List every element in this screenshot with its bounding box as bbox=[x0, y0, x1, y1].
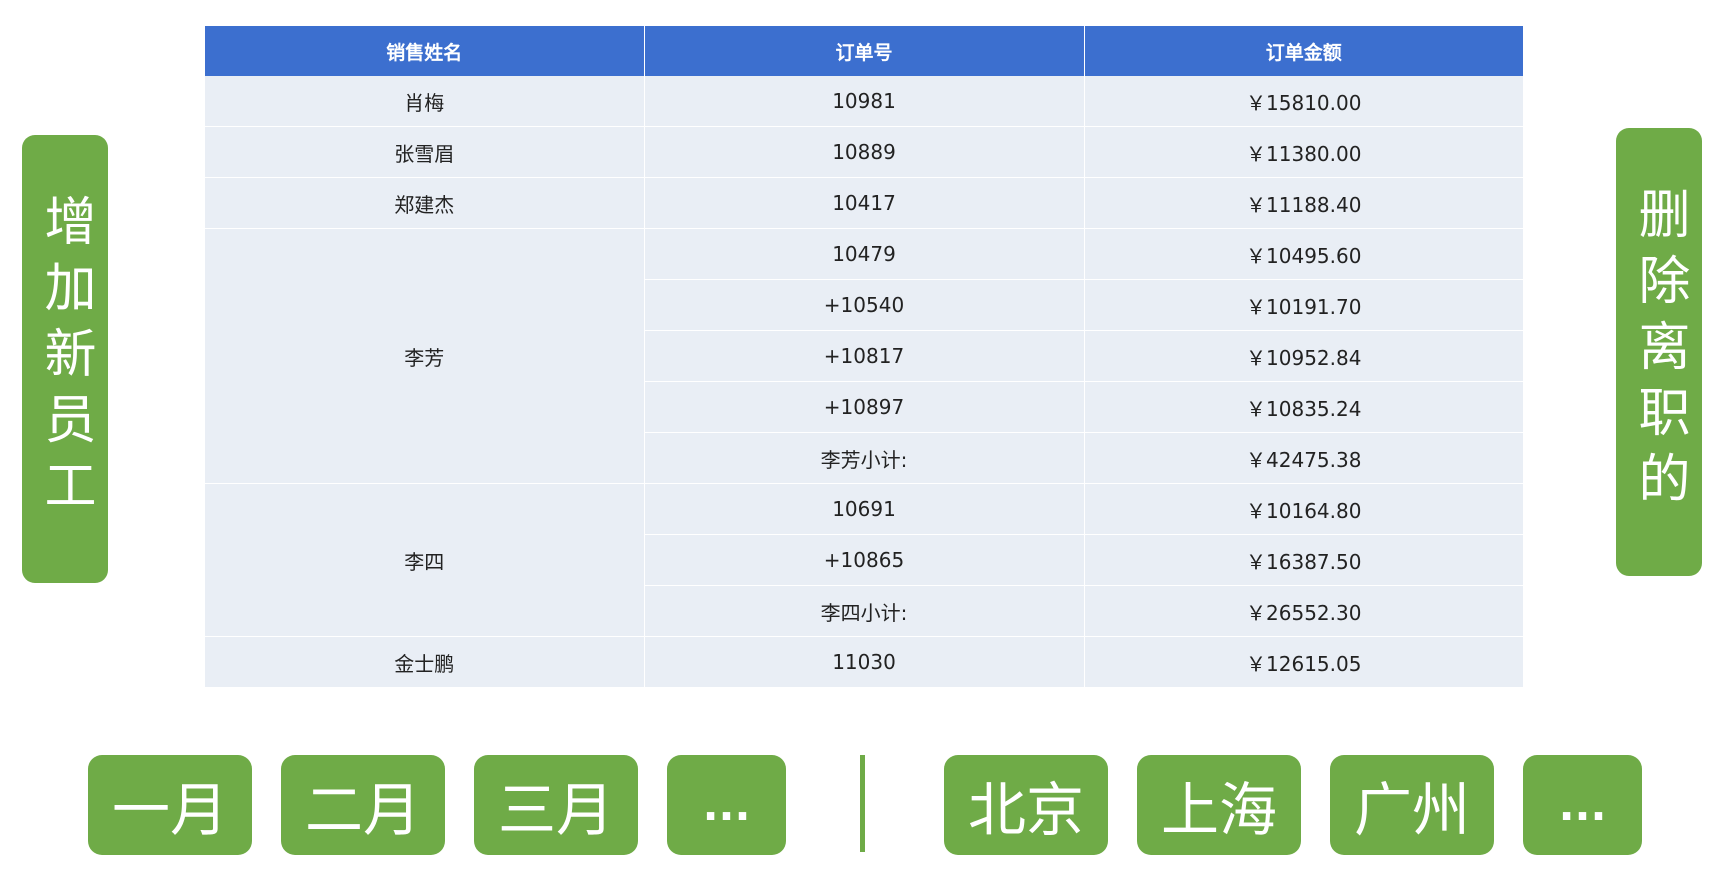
cell-amount: ￥15810.00 bbox=[1084, 76, 1523, 127]
cell-order: +10817 bbox=[644, 330, 1085, 382]
table-row: 张雪眉 10889 ￥11380.00 bbox=[205, 126, 1523, 178]
header-order-amount: 订单金额 bbox=[1084, 26, 1523, 76]
cell-order: +10897 bbox=[644, 381, 1085, 433]
table-row: 金士鹏 11030 ￥12615.05 bbox=[205, 636, 1523, 688]
cell-order: 11030 bbox=[644, 636, 1085, 688]
table-row: 李四 10691 ￥10164.80 bbox=[205, 483, 1523, 637]
month-filter-label: ... bbox=[702, 780, 751, 830]
month-filter-label: 二月 bbox=[304, 776, 421, 844]
cell-subtotal-label: 李芳小计: bbox=[644, 432, 1085, 484]
cell-subtotal-amount: ￥26552.30 bbox=[1084, 585, 1523, 637]
cell-amount: ￥10835.24 bbox=[1084, 381, 1523, 433]
city-filter-label: 广州 bbox=[1353, 776, 1470, 844]
cell-order: +10865 bbox=[644, 534, 1085, 586]
cell-group-name: 李芳 bbox=[205, 228, 645, 484]
cell-order: 10889 bbox=[644, 126, 1085, 178]
page-canvas: 增加新员工 删除离职的 销售姓名 订单号 订单金额 肖梅 10981 ￥1581… bbox=[0, 0, 1714, 870]
cell-name: 郑建杰 bbox=[205, 177, 645, 229]
add-employee-label: 增加新员工 bbox=[35, 194, 95, 524]
table-row: 肖梅 10981 ￥15810.00 bbox=[205, 76, 1523, 127]
cell-amount: ￥11380.00 bbox=[1084, 126, 1523, 178]
month-filter-mar[interactable]: 三月 bbox=[474, 755, 638, 855]
header-sales-name: 销售姓名 bbox=[205, 26, 645, 76]
cell-amount: ￥10495.60 bbox=[1084, 228, 1523, 280]
cell-order: 10981 bbox=[644, 76, 1085, 127]
cell-name: 张雪眉 bbox=[205, 126, 645, 178]
cell-group-name: 李四 bbox=[205, 483, 645, 637]
city-filter-label: 上海 bbox=[1160, 776, 1277, 844]
cell-amount: ￥10191.70 bbox=[1084, 279, 1523, 331]
cell-subtotal-label: 李四小计: bbox=[644, 585, 1085, 637]
remove-resigned-label: 删除离职的 bbox=[1629, 187, 1689, 517]
table-header-row: 销售姓名 订单号 订单金额 bbox=[205, 26, 1523, 76]
city-filter-label: 北京 bbox=[967, 776, 1084, 844]
cell-name: 金士鹏 bbox=[205, 636, 645, 688]
cell-order: 10417 bbox=[644, 177, 1085, 229]
cell-subtotal-amount: ￥42475.38 bbox=[1084, 432, 1523, 484]
sales-table: 销售姓名 订单号 订单金额 肖梅 10981 ￥15810.00 张雪眉 108… bbox=[205, 26, 1523, 688]
remove-resigned-button[interactable]: 删除离职的 bbox=[1616, 128, 1702, 576]
cell-amount: ￥10164.80 bbox=[1084, 483, 1523, 535]
city-filter-shanghai[interactable]: 上海 bbox=[1137, 755, 1301, 855]
city-filter-guangzhou[interactable]: 广州 bbox=[1330, 755, 1494, 855]
table-row: 郑建杰 10417 ￥11188.40 bbox=[205, 177, 1523, 229]
table-row: 李芳 10479 ￥10495.60 bbox=[205, 228, 1523, 484]
month-filter-jan[interactable]: 一月 bbox=[88, 755, 252, 855]
cell-order: +10540 bbox=[644, 279, 1085, 331]
month-filter-label: 三月 bbox=[497, 776, 614, 844]
cell-amount: ￥11188.40 bbox=[1084, 177, 1523, 229]
cell-order: 10691 bbox=[644, 483, 1085, 535]
month-filter-feb[interactable]: 二月 bbox=[281, 755, 445, 855]
cell-name: 肖梅 bbox=[205, 76, 645, 127]
city-filter-more[interactable]: ... bbox=[1523, 755, 1642, 855]
cell-order: 10479 bbox=[644, 228, 1085, 280]
city-filter-beijing[interactable]: 北京 bbox=[944, 755, 1108, 855]
cell-amount: ￥16387.50 bbox=[1084, 534, 1523, 586]
city-filter-label: ... bbox=[1558, 780, 1607, 830]
month-filter-more[interactable]: ... bbox=[667, 755, 786, 855]
cell-amount: ￥10952.84 bbox=[1084, 330, 1523, 382]
cell-amount: ￥12615.05 bbox=[1084, 636, 1523, 688]
month-filter-label: 一月 bbox=[111, 776, 228, 844]
header-order-no: 订单号 bbox=[644, 26, 1085, 76]
filter-divider bbox=[860, 755, 865, 852]
add-employee-button[interactable]: 增加新员工 bbox=[22, 135, 108, 583]
